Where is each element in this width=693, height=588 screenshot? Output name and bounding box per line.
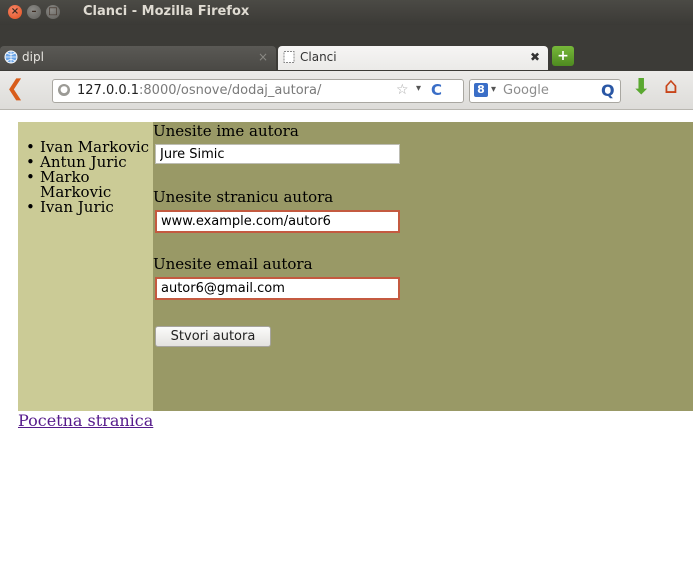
list-item: Ivan Juric [26,200,150,216]
tab-close-icon[interactable]: × [258,50,268,64]
url-host: 127.0.0.1 [77,83,140,98]
maximize-icon: □ [48,6,58,17]
search-bar[interactable]: 8 ▾ Google Q [469,79,621,103]
tab-close-icon[interactable]: ✖ [530,50,540,64]
list-item: Marko Markovic [26,170,150,200]
navigation-bar: ❮ ● 127.0.0.1:8000/osnove/dodaj_autora/ … [0,71,693,110]
site-identity-icon[interactable]: ● [58,84,70,96]
close-icon: × [10,6,20,17]
search-engine-icon[interactable]: 8 [474,83,488,97]
search-engine-dropdown-icon[interactable]: ▾ [491,84,496,95]
email-label: Unesite email autora [153,255,313,273]
download-icon[interactable]: ⬇ [632,75,650,100]
author-name-field[interactable] [155,144,400,164]
author-page-field[interactable] [155,210,400,233]
maximize-window-button[interactable]: □ [46,5,60,19]
url-text[interactable]: 127.0.0.1:8000/osnove/dodaj_autora/ [77,83,321,98]
search-placeholder: Google [503,83,549,98]
tab-dipl[interactable]: dipl × [0,46,276,70]
reload-icon[interactable]: C [431,81,442,99]
close-window-button[interactable]: × [8,5,22,19]
search-magnifier-icon[interactable]: Q [601,81,615,100]
globe-tab-icon [4,50,18,64]
author-email-field[interactable] [155,277,400,300]
tab-strip: dipl × Clanci ✖ [0,25,693,71]
window-title: Clanci - Mozilla Firefox [83,4,250,19]
title-bar: × – □ Clanci - Mozilla Firefox [0,0,693,25]
author-form: Unesite ime autora Unesite stranicu auto… [153,122,693,411]
page-label: Unesite stranicu autora [153,188,334,206]
name-label: Unesite ime autora [153,122,299,140]
blank-page-icon [283,51,295,63]
home-page-link[interactable]: Pocetna stranica [18,411,153,430]
new-tab-button[interactable]: + [552,46,574,66]
url-bar[interactable]: ● 127.0.0.1:8000/osnove/dodaj_autora/ ☆ … [52,79,464,103]
minimize-icon: – [31,6,37,17]
author-sidebar: Ivan Markovic Antun Juric Marko Markovic… [18,122,153,411]
tab-label: dipl [22,50,44,64]
home-icon[interactable]: ⌂ [664,74,678,99]
bookmark-star-icon[interactable]: ☆ [396,82,409,98]
tab-label: Clanci [300,50,337,64]
back-button[interactable]: ❮ [6,77,30,101]
author-list: Ivan Markovic Antun Juric Marko Markovic… [26,140,150,216]
url-dropdown-icon[interactable]: ▾ [416,83,421,94]
create-author-button[interactable]: Stvori autora [155,326,271,347]
minimize-window-button[interactable]: – [27,5,41,19]
tab-clanci[interactable]: Clanci ✖ [278,46,548,70]
url-path: :8000/osnove/dodaj_autora/ [139,83,322,98]
